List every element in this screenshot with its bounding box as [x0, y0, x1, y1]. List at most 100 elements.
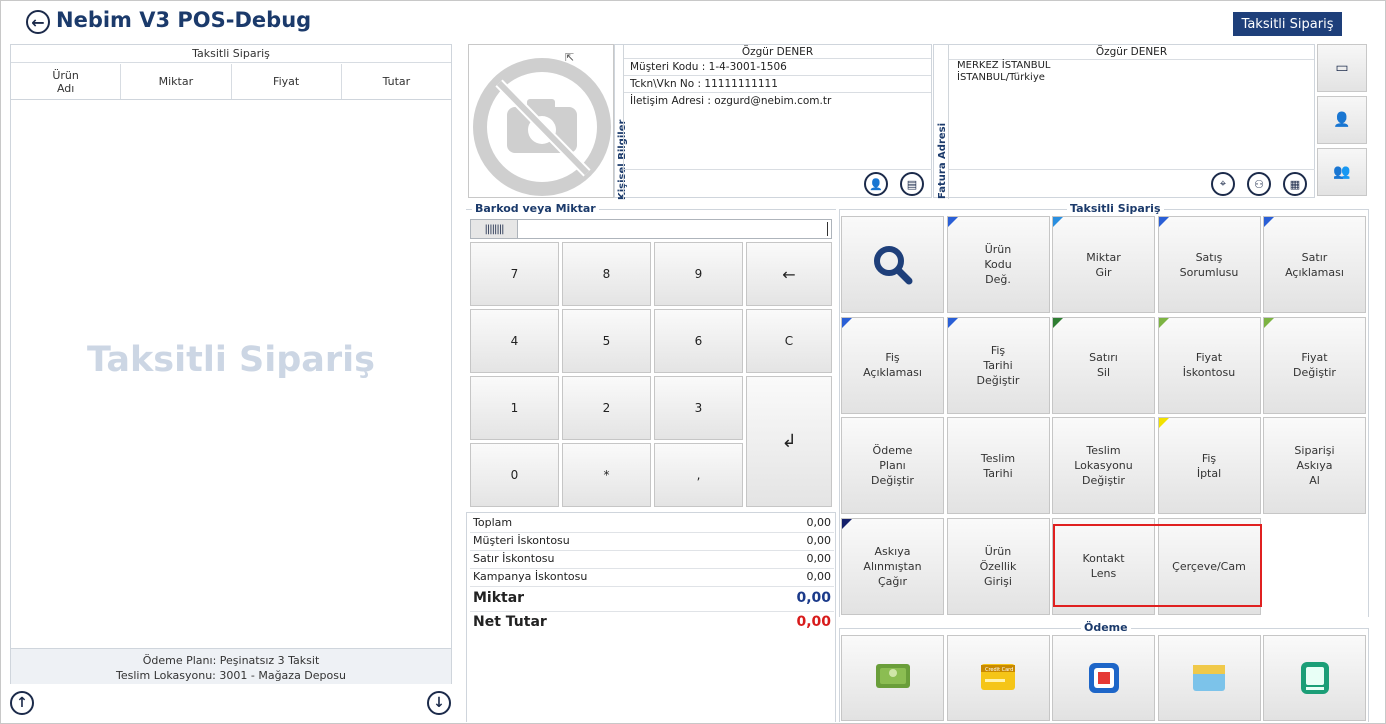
action-label: Kontakt Lens [1082, 552, 1125, 580]
column-price[interactable]: Fiyat [232, 64, 342, 99]
key-backspace[interactable]: ← [746, 242, 832, 306]
corner-marker [1264, 217, 1274, 227]
payment-button-1[interactable]: Credit Card [946, 635, 1050, 721]
key-5[interactable]: 5 [562, 309, 651, 373]
action-button-4[interactable]: Satır Açıklaması [1263, 216, 1366, 313]
action-label: Miktar Gir [1086, 250, 1121, 279]
customer-photo-placeholder[interactable]: ⇱ [468, 44, 614, 198]
find-customer-button[interactable]: 👥 [1317, 148, 1367, 196]
barcode-icon: |||||||| [471, 220, 518, 238]
action-button-9[interactable]: Fiyat Değiştir [1263, 316, 1366, 414]
invoice-address-label: Fatura Adresi [937, 122, 948, 199]
key-clear[interactable]: C [746, 309, 832, 373]
payment-button-0[interactable] [841, 635, 944, 721]
action-button-1[interactable]: Ürün Kodu Değ. [946, 216, 1050, 313]
column-amount[interactable]: Tutar [342, 64, 451, 99]
total-label: Toplam [473, 516, 513, 529]
action-label: Ödeme Planı Değiştir [871, 444, 914, 487]
action-button-13[interactable]: Fiş İptal [1157, 417, 1261, 514]
invoice-address-line2: İSTANBUL/Türkiye [957, 72, 1045, 83]
key-6[interactable]: 6 [654, 309, 743, 373]
key-asterisk[interactable]: * [562, 443, 651, 507]
action-button-8[interactable]: Fiyat İskontosu [1157, 316, 1261, 414]
action-button-15[interactable]: Askıya Alınmıştan Çağır [841, 517, 944, 615]
action-button-11[interactable]: Teslim Tarihi [946, 417, 1050, 514]
barcode-input[interactable]: |||||||| [470, 219, 832, 239]
action-button-0[interactable] [841, 216, 944, 313]
column-product-name[interactable]: Ürün Adı [11, 64, 122, 99]
back-arrow-icon[interactable]: ← [26, 10, 50, 34]
net-amount-value: 0,00 [796, 614, 831, 630]
action-button-3[interactable]: Satış Sorumlusu [1157, 216, 1261, 313]
actions-grid: Ürün Kodu Değ. Miktar Gir Satış Sorumlusu S… [841, 216, 1367, 616]
customer-contact-address: İletişim Adresi : ozgurd@nebim.com.tr [630, 95, 832, 107]
corner-marker [1158, 217, 1169, 227]
customer-card-icon: ▭ [1335, 60, 1349, 76]
id-card-icon[interactable]: ▤ [900, 172, 924, 196]
key-enter[interactable]: ↲ [746, 376, 832, 507]
key-3[interactable]: 3 [654, 376, 743, 440]
campaign-discount-row: Kampanya İskontosu 0,00 [470, 570, 834, 587]
action-button-17[interactable]: Kontakt Lens [1052, 517, 1155, 615]
cash-icon [875, 664, 910, 688]
calendar-icon[interactable]: ▦ [1283, 172, 1307, 196]
customer-info-icon[interactable]: 👤 [864, 172, 888, 196]
key-7[interactable]: 7 [470, 242, 559, 306]
line-discount-value: 0,00 [806, 552, 832, 565]
action-label: Satış Sorumlusu [1179, 250, 1239, 279]
scroll-down-icon[interactable]: ↓ [427, 691, 451, 715]
order-footer-info: Ödeme Planı: Peşinatsız 3 Taksit Teslim … [11, 648, 451, 684]
campaign-discount-label: Kampanya İskontosu [473, 570, 588, 583]
group-icon[interactable]: ⚇ [1247, 172, 1271, 196]
corner-marker [1158, 317, 1169, 328]
add-customer-button[interactable]: 👤 [1317, 96, 1367, 144]
document-type-badge: Taksitli Sipariş [1233, 12, 1342, 36]
actions-label: Taksitli Sipariş [1067, 202, 1164, 215]
action-button-5[interactable]: Fiş Açıklaması [841, 316, 944, 414]
key-9[interactable]: 9 [654, 242, 743, 306]
action-label: Ürün Özellik Girişi [979, 544, 1017, 588]
action-button-7[interactable]: Satırı Sil [1052, 316, 1155, 414]
customer-discount-value: 0,00 [806, 534, 832, 547]
customer-discount-label: Müşteri İskontosu [473, 534, 570, 547]
mobile-payment-icon [1300, 662, 1329, 694]
action-button-16[interactable]: Ürün Özellik Girişi [946, 517, 1050, 615]
action-label: Ürün Kodu Değ. [984, 243, 1012, 286]
location-pin-icon[interactable]: ⌖ [1211, 172, 1235, 196]
payment-button-3[interactable] [1157, 635, 1261, 721]
voucher-icon [1193, 665, 1225, 691]
gift-card-icon [1088, 663, 1119, 693]
action-button-18[interactable]: Çerçeve/Cam [1157, 517, 1261, 615]
key-0[interactable]: 0 [470, 443, 559, 507]
customer-tckn: Tckn\Vkn No : 11111111111 [624, 76, 931, 93]
quantity-value: 0,00 [796, 590, 831, 606]
key-4[interactable]: 4 [470, 309, 559, 373]
key-2[interactable]: 2 [562, 376, 651, 440]
customer-name: Özgür DENER [624, 45, 931, 59]
action-button-14[interactable]: Siparişi Askıya Al [1263, 417, 1366, 514]
action-button-2[interactable]: Miktar Gir [1052, 216, 1155, 313]
total-row: Toplam 0,00 [470, 516, 834, 533]
key-8[interactable]: 8 [562, 242, 651, 306]
action-button-12[interactable]: Teslim Lokasyonu Değiştir [1052, 417, 1155, 514]
action-label: Fiyat Değiştir [1293, 351, 1336, 379]
customer-card-button[interactable]: ▭ [1317, 44, 1367, 92]
order-lines-title: Taksitli Sipariş [11, 45, 451, 63]
key-1[interactable]: 1 [470, 376, 559, 440]
key-comma[interactable]: , [654, 443, 743, 507]
action-button-10[interactable]: Ödeme Planı Değiştir [841, 417, 944, 514]
action-label: Fiş Açıklaması [863, 351, 922, 379]
order-lines-panel: Taksitli Sipariş Ürün Adı Miktar Fiyat T… [10, 44, 452, 684]
action-label: Fiş İptal [1196, 451, 1222, 480]
barcode-label: Barkod veya Miktar [472, 202, 599, 215]
scroll-up-icon[interactable]: ↑ [10, 691, 34, 715]
customer-discount-row: Müşteri İskontosu 0,00 [470, 534, 834, 551]
payment-button-4[interactable] [1263, 635, 1366, 721]
column-quantity[interactable]: Miktar [121, 64, 232, 99]
corner-marker [1264, 317, 1274, 328]
payment-button-2[interactable] [1052, 635, 1155, 721]
find-customer-icon: 👥 [1333, 164, 1351, 180]
delivery-location-text: Teslim Lokasyonu: 3001 - Mağaza Deposu [116, 669, 346, 682]
action-button-6[interactable]: Fiş Tarihi Değiştir [946, 316, 1050, 414]
campaign-discount-value: 0,00 [806, 570, 832, 583]
